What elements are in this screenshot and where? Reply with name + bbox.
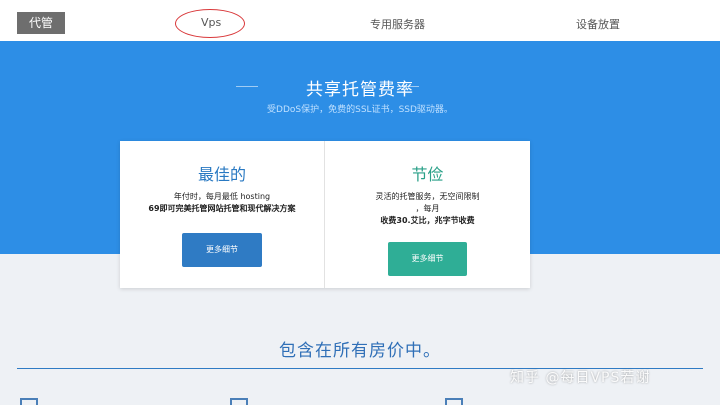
top-navigation: 代管 Vps 专用服务器 设备放置 — [0, 0, 720, 41]
title-decoration-right — [397, 86, 419, 87]
nav-link-dedicated-server[interactable]: 专用服务器 — [370, 16, 425, 32]
plan-title: 节俭 — [411, 165, 444, 184]
plan-card-best: 最佳的 年付时，每月最低 hosting 69即可完美托管网站托管和现代解决方案… — [120, 141, 325, 288]
plan-description: 69即可完美托管网站托管和现代解决方案 — [148, 204, 296, 213]
hero-subtitle: 受DDoS保护，免费的SSL证书，SSD驱动器。 — [267, 105, 453, 115]
plan-card-thrifty: 节俭 灵活的托管服务，无空间限制 ，每月 收费30.艾比，兆字节收费 更多细节 — [325, 141, 530, 288]
plan-description: 灵活的托管服务，无空间限制 — [375, 192, 480, 201]
more-details-button[interactable]: 更多细节 — [182, 233, 262, 267]
feature-icon — [20, 398, 38, 405]
red-circle-annotation — [175, 9, 245, 38]
hero-title: 共享托管费率 — [306, 80, 414, 100]
hosting-tag-button[interactable]: 代管 — [17, 12, 65, 34]
watermark-text: 知乎 @每日VPS若谢 — [510, 370, 651, 386]
plan-description: 年付时，每月最低 hosting — [173, 192, 271, 201]
feature-icon — [230, 398, 248, 405]
plan-title: 最佳的 — [197, 165, 246, 184]
plan-description: ，每月 — [415, 204, 440, 213]
plan-description: 收费30.艾比，兆字节收费 — [380, 216, 475, 225]
feature-icon — [445, 398, 463, 405]
nav-link-colocation[interactable]: 设备放置 — [576, 16, 620, 32]
pricing-cards: 最佳的 年付时，每月最低 hosting 69即可完美托管网站托管和现代解决方案… — [120, 141, 530, 288]
included-section-title: 包含在所有房价中。 — [279, 341, 441, 361]
more-details-button[interactable]: 更多细节 — [388, 242, 467, 276]
